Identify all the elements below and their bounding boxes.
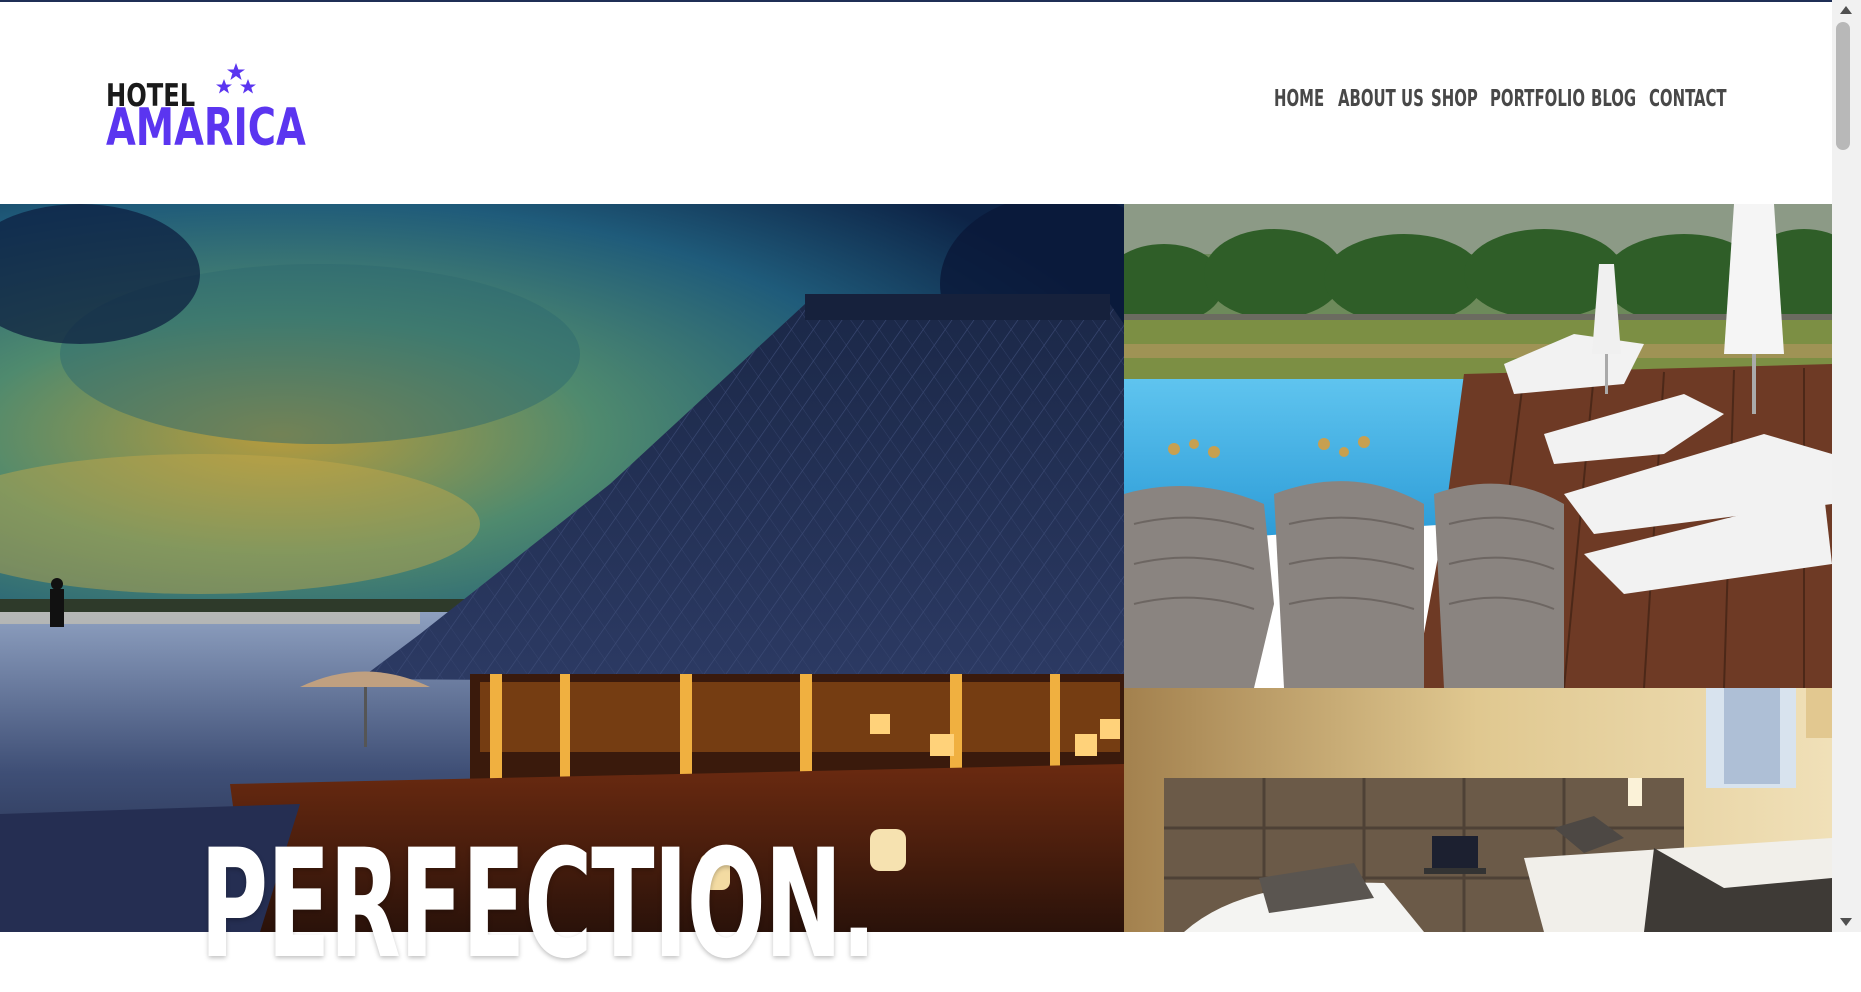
nav-item-home[interactable]: HOME (1274, 86, 1324, 112)
scroll-down-arrow-icon[interactable] (1840, 918, 1852, 926)
site-header: HOTEL AMARICA HOME ABOUT US SHOP PORTFOL… (0, 2, 1832, 204)
site-logo[interactable]: HOTEL AMARICA (106, 62, 306, 154)
scroll-up-arrow-icon[interactable] (1840, 6, 1852, 14)
three-stars-icon (216, 63, 256, 94)
nav-item-shop[interactable]: SHOP (1431, 86, 1478, 112)
poolside-lounge-chairs-photo (1124, 204, 1832, 688)
nav-item-about-us[interactable]: ABOUT US (1338, 86, 1424, 112)
nav-item-blog[interactable]: BLOG (1591, 86, 1636, 112)
hero-title: PERFECTION. (200, 818, 876, 992)
hotel-bedroom-photo (1124, 688, 1832, 932)
nav-item-contact[interactable]: CONTACT (1649, 86, 1727, 112)
logo-text-amarica: AMARICA (106, 98, 306, 158)
scrollbar-thumb[interactable] (1836, 22, 1850, 150)
nav-item-portfolio[interactable]: PORTFOLIO (1490, 86, 1585, 112)
